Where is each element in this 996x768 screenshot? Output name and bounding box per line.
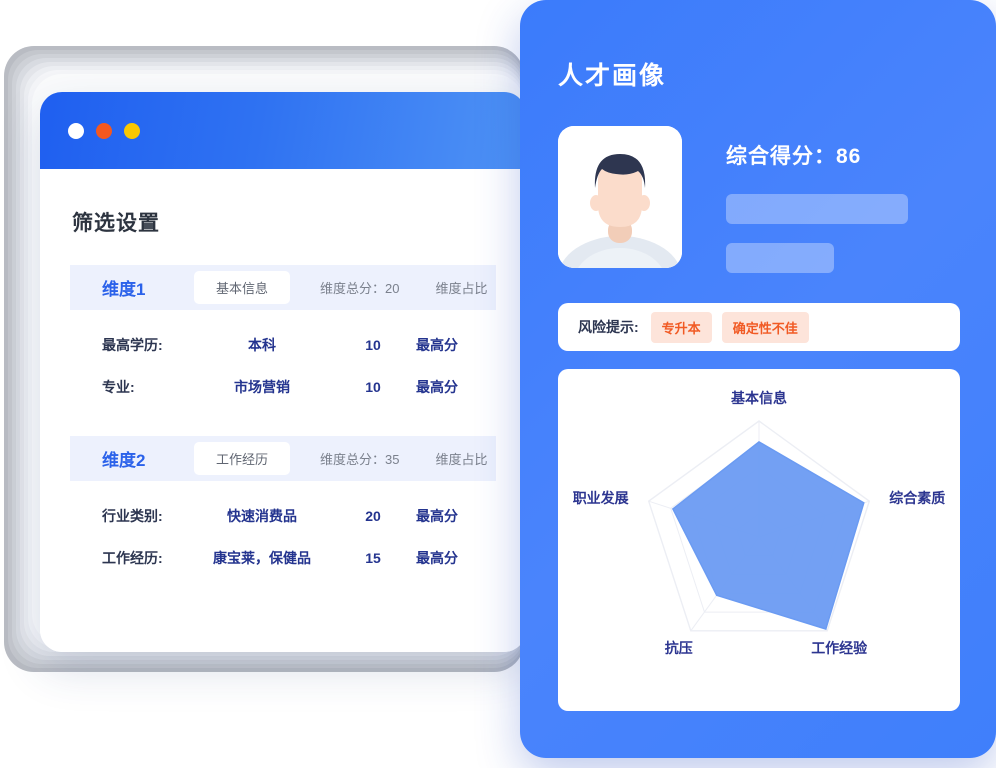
row-label: 最高学历:	[102, 337, 163, 353]
dimension-index-label: 维度2	[102, 451, 146, 470]
composite-score: 综合得分：86	[726, 145, 862, 168]
row-value: 康宝莱，保健品	[213, 550, 311, 566]
dimension-ratio-label: 维度占比	[435, 452, 488, 467]
window-body: 筛选设置 维度1 基本信息 维度总分：20 维度占比 最高学历: 本科 10 最…	[40, 169, 526, 652]
info-placeholder-bar-2	[726, 243, 834, 273]
window-titlebar	[40, 92, 526, 169]
row-max-score: 最高分	[416, 379, 458, 395]
risk-alert-card: 风险提示: 专升本 确定性不佳	[558, 303, 960, 351]
table-row: 行业类别: 快速消费品 20 最高分	[70, 495, 496, 537]
row-label: 行业类别:	[102, 508, 163, 524]
row-score: 10	[365, 379, 381, 395]
panel-title: 人才画像	[558, 62, 667, 90]
radar-chart: 基本信息综合素质工作经验 抗压 职业发展	[573, 390, 946, 656]
page-title: 筛选设置	[72, 212, 160, 235]
row-max-score: 最高分	[416, 337, 458, 353]
dimension-name-badge[interactable]: 基本信息	[194, 271, 291, 304]
table-row: 最高学历: 本科 10 最高分	[70, 324, 496, 366]
info-placeholder-bar-1	[726, 194, 908, 224]
dimension-rows: 行业类别: 快速消费品 20 最高分 工作经历: 康宝莱，保健品 15 最高分	[40, 481, 526, 585]
table-row: 专业: 市场营销 10 最高分	[70, 366, 496, 408]
table-row: 工作经历: 康宝莱，保健品 15 最高分	[70, 537, 496, 579]
radar-axis-label: 基本信息	[731, 390, 787, 406]
dimension-index-label: 维度1	[102, 280, 146, 299]
profile-meta: 综合得分：86	[726, 126, 960, 273]
row-label: 工作经历:	[102, 550, 163, 566]
row-label: 专业:	[102, 379, 135, 395]
radar-data-polygon	[671, 440, 865, 630]
maximize-dot-icon[interactable]	[124, 122, 140, 139]
dimension-header: 维度2 工作经历 维度总分：35 维度占比	[70, 436, 496, 481]
dimension-ratio-label: 维度占比	[435, 281, 488, 296]
row-max-score: 最高分	[416, 550, 458, 566]
row-score: 20	[365, 508, 381, 524]
dimension-group: 维度1 基本信息 维度总分：20 维度占比 最高学历: 本科 10 最高分 专业…	[40, 265, 526, 414]
screenshot-root: 筛选设置 维度1 基本信息 维度总分：20 维度占比 最高学历: 本科 10 最…	[0, 0, 996, 768]
row-score: 15	[365, 550, 381, 566]
close-dot-icon[interactable]	[68, 122, 84, 139]
row-score: 10	[365, 337, 381, 353]
risk-tag[interactable]: 专升本	[650, 311, 712, 343]
radar-axis-label: 职业发展	[573, 490, 629, 506]
row-max-score: 最高分	[416, 508, 458, 524]
dimension-rows: 最高学历: 本科 10 最高分 专业: 市场营销 10 最高分	[40, 310, 526, 414]
risk-tag[interactable]: 确定性不佳	[721, 311, 809, 343]
browser-window: 筛选设置 维度1 基本信息 维度总分：20 维度占比 最高学历: 本科 10 最…	[40, 92, 526, 652]
risk-label: 风险提示:	[578, 319, 639, 335]
radar-chart-card: 基本信息综合素质工作经验 抗压 职业发展	[558, 369, 960, 711]
dimension-name-badge[interactable]: 工作经历	[194, 442, 291, 475]
profile-summary: 综合得分：86	[558, 126, 960, 273]
dimension-group: 维度2 工作经历 维度总分：35 维度占比 行业类别: 快速消费品 20 最高分…	[40, 436, 526, 585]
minimize-dot-icon[interactable]	[96, 122, 112, 139]
radar-axis-label: 抗压	[665, 640, 693, 656]
radar-axis-label: 工作经验	[811, 640, 868, 656]
dimension-total-score: 维度总分：20	[320, 281, 400, 296]
row-value: 市场营销	[234, 379, 290, 395]
dimension-header: 维度1 基本信息 维度总分：20 维度占比	[70, 265, 496, 310]
radar-axis-label: 综合素质	[889, 490, 945, 506]
dimension-total-score: 维度总分：35	[320, 452, 400, 467]
row-value: 本科	[248, 337, 276, 353]
row-value: 快速消费品	[227, 508, 297, 524]
talent-profile-panel: 人才画像 综合得分：86 风险提示: 专升本 确定性不佳 基本信息 综合素质 工…	[520, 0, 996, 758]
user-avatar-icon	[558, 126, 682, 268]
avatar	[558, 126, 682, 268]
